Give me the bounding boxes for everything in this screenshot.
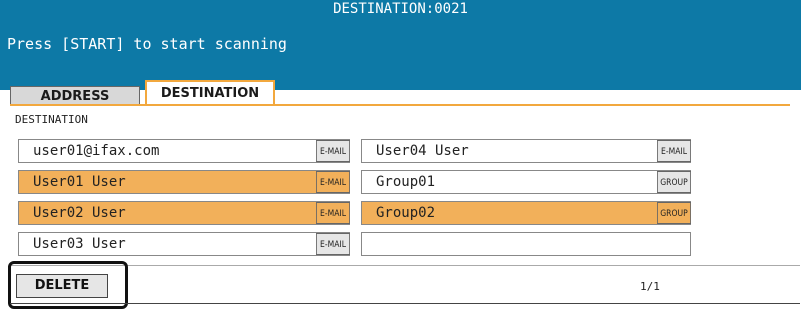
destination-entry-empty[interactable]	[361, 232, 691, 256]
page-indicator: 1/1	[640, 280, 660, 293]
delete-button-highlight	[8, 261, 128, 309]
destination-entry[interactable]: User03 User E-MAIL	[18, 232, 350, 256]
header-bar: DESTINATION:0021 Press [START] to start …	[0, 0, 801, 90]
section-label: DESTINATION	[15, 113, 88, 126]
entry-type-badge: E-MAIL	[316, 171, 350, 193]
destination-count: DESTINATION:0021	[333, 1, 468, 17]
entry-type-badge: E-MAIL	[316, 140, 350, 162]
status-message: Press [START] to start scanning	[7, 35, 287, 53]
entry-name: User01 User	[33, 174, 126, 190]
destination-entry[interactable]: User01 User E-MAIL	[18, 170, 350, 194]
entry-type-badge: E-MAIL	[657, 140, 691, 162]
tab-address[interactable]: ADDRESS	[10, 86, 140, 106]
destination-entry[interactable]: Group01 GROUP	[361, 170, 691, 194]
entry-type-badge: E-MAIL	[316, 233, 350, 255]
entry-name: User03 User	[33, 236, 126, 252]
entry-type-badge: E-MAIL	[316, 202, 350, 224]
divider	[10, 265, 800, 266]
divider	[10, 303, 800, 304]
tab-destination[interactable]: DESTINATION	[145, 80, 275, 104]
destination-entry[interactable]: user01@ifax.com E-MAIL	[18, 139, 350, 163]
destination-entry[interactable]: User04 User E-MAIL	[361, 139, 691, 163]
entry-name: User04 User	[376, 143, 469, 159]
destination-entry[interactable]: User02 User E-MAIL	[18, 201, 350, 225]
entry-name: User02 User	[33, 205, 126, 221]
entry-name: Group01	[376, 174, 436, 190]
entry-name: user01@ifax.com	[33, 143, 160, 159]
entry-type-badge: GROUP	[657, 171, 691, 193]
destination-entry[interactable]: Group02 GROUP	[361, 201, 691, 225]
entry-type-badge: GROUP	[657, 202, 691, 224]
entry-name: Group02	[376, 205, 436, 221]
